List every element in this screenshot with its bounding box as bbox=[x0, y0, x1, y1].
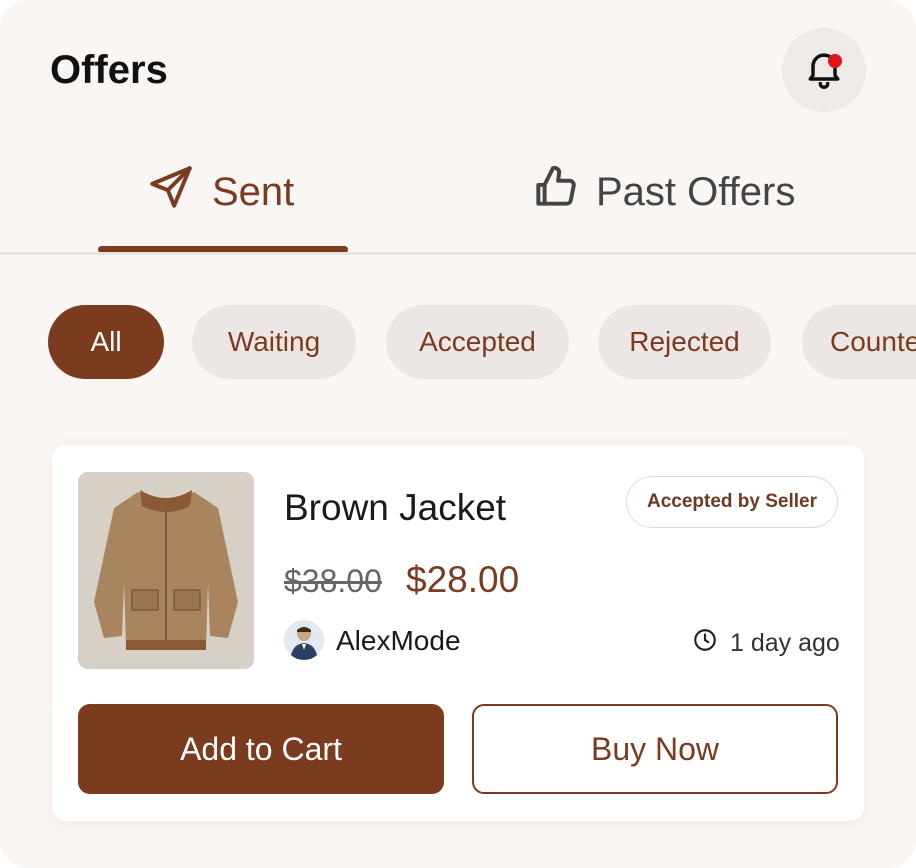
tab-past-offers-label: Past Offers bbox=[596, 169, 796, 214]
unread-indicator bbox=[828, 54, 842, 68]
send-icon bbox=[146, 162, 212, 222]
tab-sent-label: Sent bbox=[212, 169, 295, 214]
bell-icon bbox=[802, 46, 846, 95]
buy-now-button[interactable]: Buy Now bbox=[472, 704, 838, 794]
filter-chip-waiting[interactable]: Waiting bbox=[192, 305, 356, 379]
offer-tabs: Sent Past Offers bbox=[0, 150, 916, 255]
tabs-divider bbox=[0, 252, 916, 255]
clock-icon bbox=[692, 627, 730, 660]
status-filter-chips: All Waiting Accepted Rejected Counter bbox=[0, 305, 916, 381]
thumbs-up-icon bbox=[530, 162, 596, 222]
seller-avatar[interactable] bbox=[284, 620, 324, 660]
tab-sent[interactable]: Sent bbox=[146, 162, 294, 222]
page-title: Offers bbox=[50, 48, 168, 92]
time-ago-label: 1 day ago bbox=[730, 629, 840, 657]
seller-name[interactable]: AlexMode bbox=[336, 625, 461, 657]
filter-chip-counter[interactable]: Counter bbox=[802, 305, 916, 379]
filter-chip-accepted[interactable]: Accepted bbox=[386, 305, 569, 379]
product-image bbox=[78, 472, 254, 669]
offer-price: $28.00 bbox=[406, 559, 520, 600]
notifications-button[interactable] bbox=[782, 28, 866, 112]
filter-chip-rejected[interactable]: Rejected bbox=[598, 305, 771, 379]
offers-screen: Offers Sent Past Offers All Waiting Acce… bbox=[0, 0, 916, 868]
product-name[interactable]: Brown Jacket bbox=[284, 487, 506, 529]
status-badge: Accepted by Seller bbox=[626, 476, 838, 528]
offer-card[interactable]: Brown Jacket Accepted by Seller $38.00 $… bbox=[52, 445, 864, 821]
tab-past-offers[interactable]: Past Offers bbox=[530, 162, 795, 222]
original-price: $38.00 bbox=[284, 563, 382, 599]
filter-chip-all[interactable]: All bbox=[48, 305, 164, 379]
add-to-cart-button[interactable]: Add to Cart bbox=[78, 704, 444, 794]
offer-timestamp: 1 day ago bbox=[692, 627, 840, 660]
